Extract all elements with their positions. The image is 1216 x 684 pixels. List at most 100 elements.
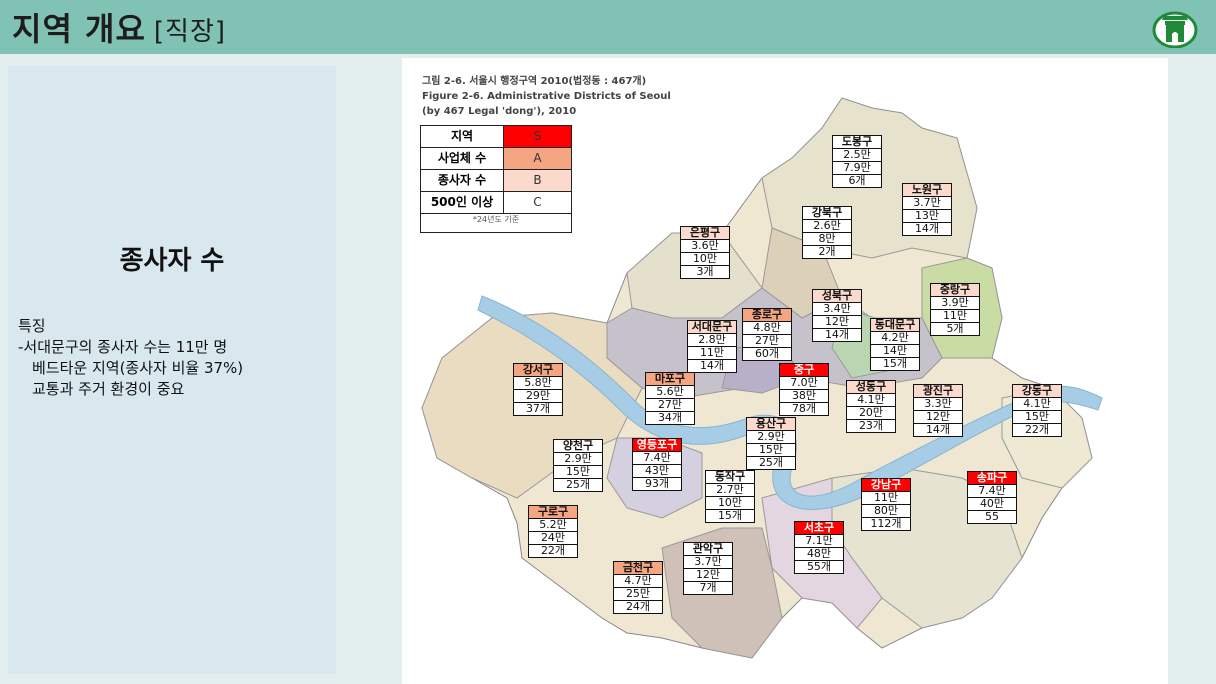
legend-row-c: 500인 이상 C bbox=[421, 192, 571, 214]
district-label-geumcheon: 금천구 4.7만 25만 24개 bbox=[613, 561, 663, 614]
district-label-seongbuk: 성북구 3.4만 12만 14개 bbox=[812, 289, 862, 342]
district-large-firms: 37개 bbox=[513, 402, 563, 416]
district-workers: 5.8만 bbox=[513, 376, 563, 389]
district-businesses: 80만 bbox=[861, 504, 911, 517]
district-workers: 2.8만 bbox=[687, 333, 737, 346]
district-name: 서대문구 bbox=[687, 320, 737, 333]
map-caption: 그림 2-6. 서울시 행정구역 2010(법정동 : 467개) Figure… bbox=[422, 74, 671, 119]
feature-line-2: 베드타운 지역(종사자 비율 37%) bbox=[32, 359, 244, 377]
district-label-gwangjin: 광진구 3.3만 12만 14개 bbox=[913, 384, 963, 437]
district-large-firms: 34개 bbox=[645, 411, 695, 425]
district-large-firms: 22개 bbox=[528, 544, 578, 558]
caption-line-2: Figure 2-6. Administrative Districts of … bbox=[422, 91, 671, 102]
district-name: 강동구 bbox=[1012, 384, 1062, 397]
feature-text: 특징 -서대문구의 종사자 수는 11만 명 베드타운 지역(종사자 비율 37… bbox=[18, 316, 243, 400]
feature-line-3: 교통과 주거 환경이 중요 bbox=[32, 380, 185, 398]
district-businesses: 11만 bbox=[687, 346, 737, 359]
district-workers: 4.8만 bbox=[742, 321, 792, 334]
district-large-firms: 14개 bbox=[913, 423, 963, 437]
feature-label: 특징 bbox=[18, 317, 46, 335]
district-workers: 3.6만 bbox=[680, 239, 730, 252]
district-businesses: 15만 bbox=[553, 465, 603, 478]
district-workers: 7.0만 bbox=[779, 376, 829, 389]
district-name: 성북구 bbox=[812, 289, 862, 302]
district-businesses: 27만 bbox=[645, 398, 695, 411]
district-label-dobong: 도봉구 2.5만 7.9만 6개 bbox=[832, 135, 882, 188]
district-businesses: 38만 bbox=[779, 389, 829, 402]
district-name: 강서구 bbox=[513, 363, 563, 376]
district-large-firms: 93개 bbox=[632, 477, 682, 491]
district-name: 금천구 bbox=[613, 561, 663, 574]
district-name: 성동구 bbox=[846, 380, 896, 393]
district-label-jungnang: 중랑구 3.9만 11만 5개 bbox=[930, 283, 980, 336]
legend-row-s: 지역 S bbox=[421, 126, 571, 148]
district-workers: 7.4만 bbox=[967, 484, 1017, 497]
map-panel: 그림 2-6. 서울시 행정구역 2010(법정동 : 467개) Figure… bbox=[402, 58, 1168, 684]
district-large-firms: 7개 bbox=[683, 581, 733, 595]
caption-line-1: 그림 2-6. 서울시 행정구역 2010(법정동 : 467개) bbox=[422, 76, 647, 87]
title-main: 지역 개요 bbox=[12, 10, 146, 48]
district-businesses: 10만 bbox=[705, 496, 755, 509]
district-large-firms: 5개 bbox=[930, 322, 980, 336]
district-large-firms: 14개 bbox=[687, 359, 737, 373]
district-workers: 7.4만 bbox=[632, 451, 682, 464]
district-workers: 5.6만 bbox=[645, 385, 695, 398]
legend-label: 500인 이상 bbox=[421, 192, 504, 213]
legend-swatch: C bbox=[504, 192, 571, 213]
district-workers: 4.1만 bbox=[846, 393, 896, 406]
district-large-firms: 6개 bbox=[832, 174, 882, 188]
district-large-firms: 25개 bbox=[746, 456, 796, 470]
district-label-yangcheon: 양천구 2.9만 15만 25개 bbox=[553, 439, 603, 492]
district-workers: 4.2만 bbox=[870, 331, 920, 344]
district-label-dongdaemun: 동대문구 4.2만 14만 15개 bbox=[870, 318, 920, 371]
district-large-firms: 23개 bbox=[846, 419, 896, 433]
header-bar: 지역 개요 [직장] bbox=[0, 0, 1216, 54]
district-workers: 2.5만 bbox=[832, 148, 882, 161]
page-title: 지역 개요 [직장] bbox=[12, 4, 226, 50]
district-large-firms: 25개 bbox=[553, 478, 603, 492]
district-name: 동대문구 bbox=[870, 318, 920, 331]
district-name: 도봉구 bbox=[832, 135, 882, 148]
district-businesses: 12만 bbox=[812, 315, 862, 328]
district-label-seodaemun: 서대문구 2.8만 11만 14개 bbox=[687, 320, 737, 373]
district-large-firms: 60개 bbox=[742, 347, 792, 361]
district-businesses: 15만 bbox=[746, 443, 796, 456]
map-legend: 지역 S 사업체 수 A 종사자 수 B 500인 이상 C *24년도 기준 bbox=[420, 125, 572, 233]
caption-line-3: (by 467 Legal 'dong'), 2010 bbox=[422, 106, 577, 117]
district-workers: 3.4만 bbox=[812, 302, 862, 315]
district-name: 용산구 bbox=[746, 417, 796, 430]
district-businesses: 13만 bbox=[902, 209, 952, 222]
legend-swatch: A bbox=[504, 148, 571, 169]
district-workers: 3.9만 bbox=[930, 296, 980, 309]
district-label-nowon: 노원구 3.7만 13만 14개 bbox=[902, 183, 952, 236]
district-name: 관악구 bbox=[683, 542, 733, 555]
district-name: 서초구 bbox=[794, 521, 844, 534]
district-large-firms: 14개 bbox=[812, 328, 862, 342]
district-businesses: 43만 bbox=[632, 464, 682, 477]
district-label-dongjak: 동작구 2.7만 10만 15개 bbox=[705, 470, 755, 523]
district-name: 양천구 bbox=[553, 439, 603, 452]
district-businesses: 7.9만 bbox=[832, 161, 882, 174]
district-name: 강남구 bbox=[861, 478, 911, 491]
district-name: 영등포구 bbox=[632, 438, 682, 451]
district-workers: 11만 bbox=[861, 491, 911, 504]
district-label-seongdong: 성동구 4.1만 20만 23개 bbox=[846, 380, 896, 433]
district-name: 노원구 bbox=[902, 183, 952, 196]
district-name: 은평구 bbox=[680, 226, 730, 239]
district-large-firms: 3개 bbox=[680, 265, 730, 279]
district-name: 중구 bbox=[779, 363, 829, 376]
district-name: 동작구 bbox=[705, 470, 755, 483]
district-businesses: 11만 bbox=[930, 309, 980, 322]
legend-label: 사업체 수 bbox=[421, 148, 504, 169]
panel-heading: 종사자 수 bbox=[119, 246, 225, 276]
district-businesses: 12만 bbox=[913, 410, 963, 423]
district-large-firms: 15개 bbox=[705, 509, 755, 523]
district-large-firms: 78개 bbox=[779, 402, 829, 416]
district-workers: 3.7만 bbox=[683, 555, 733, 568]
district-name: 마포구 bbox=[645, 372, 695, 385]
district-businesses: 40만 bbox=[967, 497, 1017, 510]
district-label-yeongdeungpo: 영등포구 7.4만 43만 93개 bbox=[632, 438, 682, 491]
district-businesses: 8만 bbox=[802, 232, 852, 245]
district-large-firms: 112개 bbox=[861, 517, 911, 531]
district-workers: 2.7만 bbox=[705, 483, 755, 496]
